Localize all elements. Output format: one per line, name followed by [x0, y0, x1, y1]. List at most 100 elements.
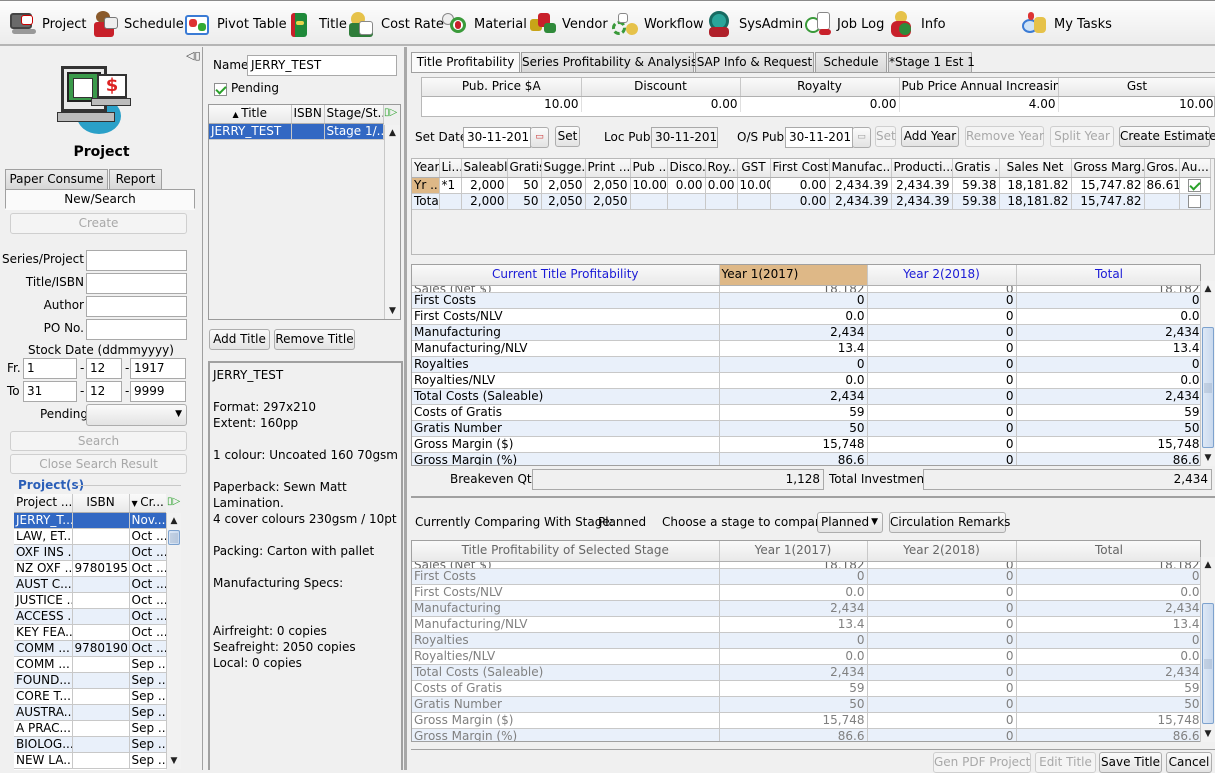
price-value-cell[interactable]: 4.00 — [899, 96, 1059, 112]
toolbar-material[interactable]: Material — [440, 7, 527, 41]
auto-checkbox[interactable] — [1188, 178, 1201, 192]
project-row[interactable]: OXF INS ... Oct ... — [14, 544, 166, 561]
close-search-result-button[interactable]: Close Search Result — [10, 454, 187, 474]
project-row[interactable]: JUSTICE ... Oct ... — [14, 592, 166, 609]
year-column-header[interactable]: Year 2(2018) — [867, 541, 1017, 562]
scroll-down-icon[interactable]: ▼ — [1201, 450, 1215, 466]
price-value-cell[interactable]: 0.00 — [740, 96, 900, 112]
project-row[interactable]: LAW, ET... Oct ... — [14, 528, 166, 545]
project-row[interactable]: NEW LA... Sep ... — [14, 752, 166, 769]
project-row[interactable]: KEY FEA... Oct ... — [14, 624, 166, 641]
profitability-title-header[interactable]: Current Title Profitability — [412, 265, 720, 286]
tab-schedule[interactable]: Schedule — [815, 52, 887, 72]
year-column-header[interactable]: Print ... — [585, 159, 631, 178]
to-year-input[interactable]: 9999 — [130, 381, 186, 402]
project-row[interactable]: NZ OXF ...9780195...Oct ... — [14, 560, 166, 577]
circulation-remarks-button[interactable]: Circulation Remarks — [889, 512, 1010, 533]
tab-new-search[interactable]: New/Search — [5, 189, 195, 209]
stage-scrollbar[interactable]: ▲ ▼ — [1200, 557, 1215, 742]
year-column-header[interactable]: Total — [1016, 265, 1200, 286]
project-row[interactable]: FOUND... Sep ... — [14, 672, 166, 689]
scroll-up-icon[interactable]: ▲ — [1201, 557, 1215, 573]
set-date-button[interactable]: Set — [555, 126, 580, 147]
project-row[interactable]: AUST C... Oct ... — [14, 576, 166, 593]
year-column-header[interactable]: Gros... — [1144, 159, 1180, 178]
add-title-button[interactable]: Add Title — [209, 329, 270, 350]
from-year-input[interactable]: 1917 — [130, 358, 186, 379]
toolbar-cost-rate[interactable]: Cost Rate — [347, 7, 444, 41]
tab-paper-consume[interactable]: Paper Consume — [5, 169, 108, 189]
series-project-input[interactable] — [86, 250, 187, 271]
year-row[interactable]: Yr ... *1 2,000 50 2,050 2,050 10.00 0.00 0.00 10… — [412, 177, 1211, 194]
os-pub-input[interactable]: 30-11-2017 — [785, 127, 853, 148]
projects-scrollbar[interactable]: ▲ ▼ — [166, 513, 181, 769]
set-os-pub-button[interactable]: Set — [875, 126, 896, 147]
set-date-input[interactable]: 30-11-2017 — [463, 127, 531, 148]
project-row[interactable]: COMM ...9780190...Oct ... — [14, 640, 166, 657]
scroll-down-icon[interactable]: ▼ — [1201, 726, 1215, 742]
year-column-header[interactable]: Sugge... — [541, 159, 586, 178]
search-button[interactable]: Search — [10, 431, 187, 451]
column-project-name[interactable]: Project ... — [14, 494, 73, 513]
from-day-input[interactable]: 1 — [23, 358, 77, 379]
column-chooser-icon[interactable]: ▯▷ — [384, 107, 397, 118]
remove-title-button[interactable]: Remove Title — [274, 329, 355, 350]
scroll-up-icon[interactable]: ▲ — [167, 513, 181, 529]
year-column-header[interactable]: Manufac... — [829, 159, 892, 178]
column-isbn[interactable]: ISBN — [291, 105, 325, 124]
pending-checkbox[interactable] — [214, 83, 227, 96]
scroll-up-icon[interactable]: ▲ — [1201, 281, 1215, 297]
column-isbn[interactable]: ISBN — [72, 494, 130, 513]
compare-stage-select[interactable]: Planned ▼ — [817, 512, 883, 533]
toolbar-project[interactable]: Project — [8, 7, 86, 41]
scroll-thumb[interactable] — [1202, 327, 1214, 448]
po-no-input[interactable] — [86, 319, 187, 340]
scroll-down-icon[interactable]: ▼ — [167, 753, 181, 769]
year-column-header[interactable]: Au... — [1179, 159, 1211, 178]
year-column-header[interactable]: Total — [1016, 541, 1200, 562]
profitability-scrollbar[interactable]: ▲ ▼ — [1200, 281, 1215, 466]
toolbar-sysadmin[interactable]: SysAdmin — [705, 7, 803, 41]
year-column-header[interactable]: Roy... — [705, 159, 738, 178]
toolbar-my-tasks[interactable]: My Tasks — [1020, 7, 1112, 41]
scroll-down-icon[interactable]: ▼ — [385, 303, 400, 319]
toolbar-info[interactable]: Info — [887, 7, 946, 41]
project-row[interactable]: JERRY_T... Nov... — [14, 512, 166, 529]
column-stage[interactable]: Stage/St... — [324, 105, 384, 124]
tab-report[interactable]: Report — [109, 169, 162, 189]
calendar-icon[interactable]: ▭ — [530, 127, 549, 148]
scroll-up-icon[interactable]: ▲ — [385, 125, 400, 141]
year-column-header[interactable]: Gratis — [507, 159, 542, 178]
toolbar-schedule[interactable]: Schedule — [90, 7, 184, 41]
create-estimate-button[interactable]: Create Estimate — [1119, 126, 1215, 147]
add-year-button[interactable]: Add Year — [901, 126, 959, 147]
year-column-header[interactable]: Saleable — [461, 159, 508, 178]
year-column-header[interactable]: GST — [737, 159, 771, 178]
year-column-header[interactable]: Disco... — [667, 159, 706, 178]
year-column-header[interactable]: Gratis ... — [952, 159, 1000, 178]
to-day-input[interactable]: 31 — [23, 381, 77, 402]
toolbar-title[interactable]: Title — [285, 7, 347, 41]
column-chooser-icon[interactable]: ▯▷ — [167, 496, 180, 507]
scroll-thumb[interactable] — [168, 530, 180, 545]
year-column-header[interactable]: Pub ... — [630, 159, 668, 178]
project-row[interactable]: A PRAC... Sep ... — [14, 720, 166, 737]
price-value-cell[interactable]: 0.00 — [581, 96, 741, 112]
calendar-icon[interactable]: ▭ — [852, 127, 871, 148]
project-row[interactable]: AUSTRA... Sep ... — [14, 704, 166, 721]
column-created[interactable]: ▼ Cr... — [129, 494, 166, 513]
year-column-header[interactable]: Producti... — [891, 159, 953, 178]
year-column-header[interactable]: Year 2(2018) — [867, 265, 1017, 286]
create-button[interactable]: Create — [10, 213, 187, 234]
project-row[interactable]: BIOLOG... Sep ... — [14, 736, 166, 753]
titles-scrollbar[interactable]: ▲ ▼ — [384, 125, 400, 319]
remove-year-button[interactable]: Remove Year — [965, 126, 1044, 147]
year-column-header[interactable]: Li... — [439, 159, 462, 178]
toolbar-vendor[interactable]: Vendor — [528, 7, 608, 41]
year-column-header[interactable]: Sales Net — [999, 159, 1072, 178]
collapse-panel-icon[interactable]: ◁▯ — [186, 49, 201, 62]
author-input[interactable] — [86, 296, 187, 317]
from-month-input[interactable]: 12 — [86, 358, 122, 379]
year-column-header[interactable]: Gross Marg... — [1071, 159, 1145, 178]
toolbar-pivot-table[interactable]: Pivot Table — [183, 7, 287, 41]
